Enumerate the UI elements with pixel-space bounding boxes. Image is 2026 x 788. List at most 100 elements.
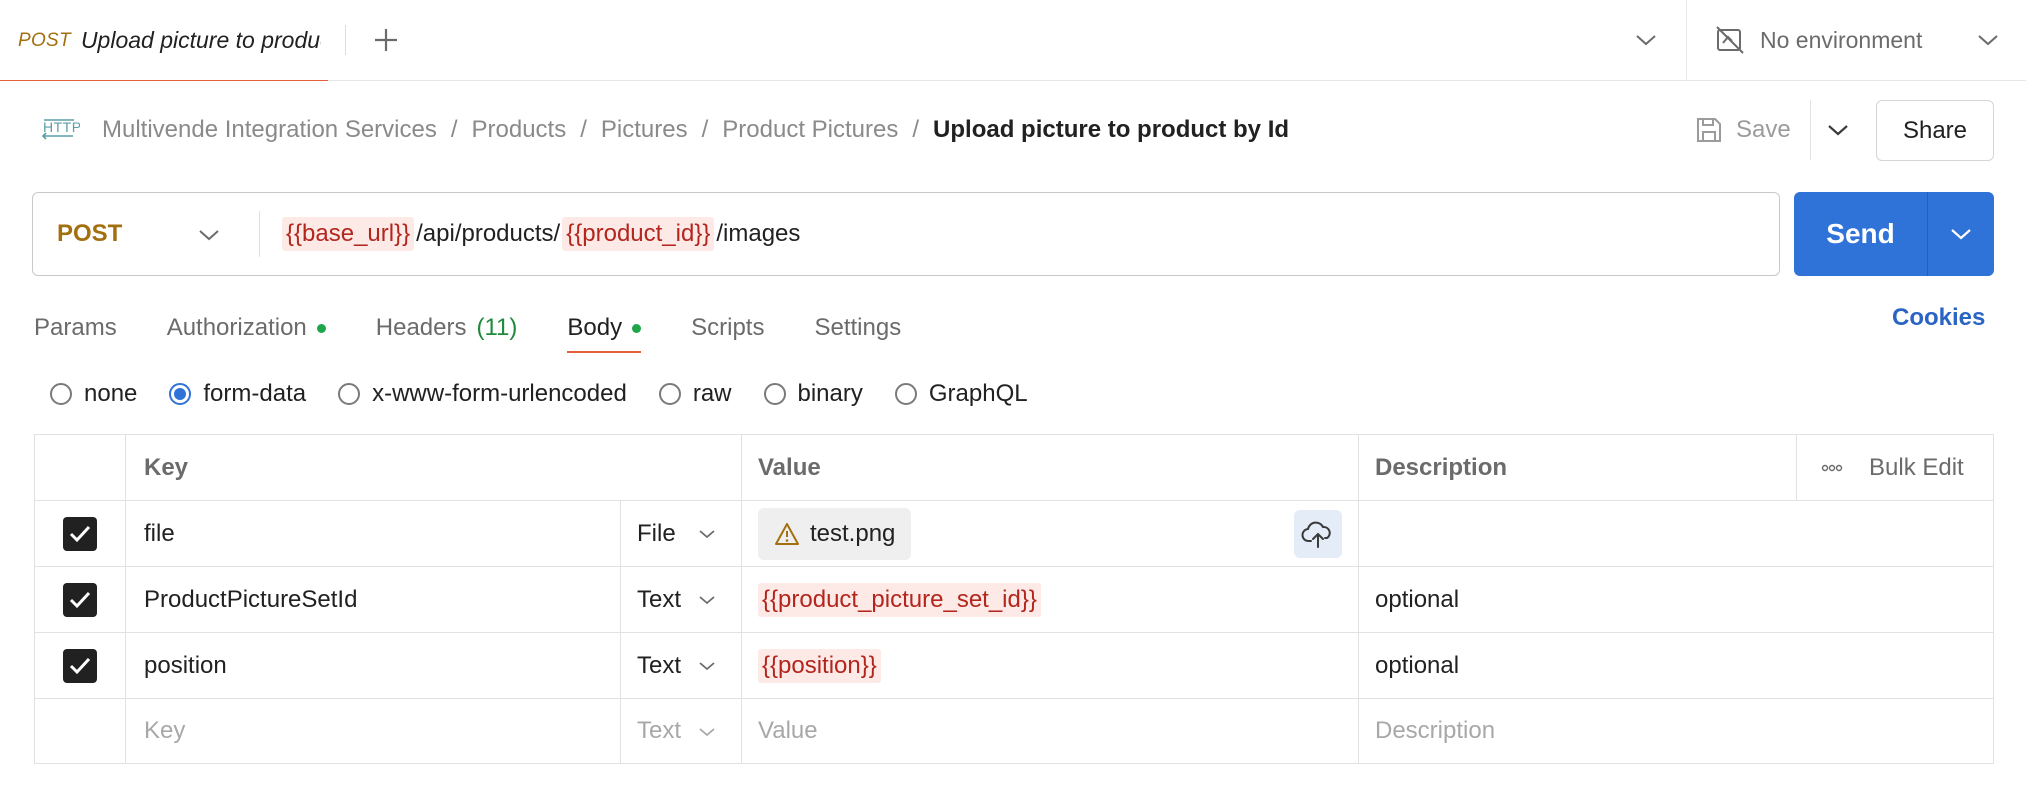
breadcrumb-separator: / xyxy=(580,116,587,143)
description-field[interactable]: optional xyxy=(1358,567,1995,632)
value-field[interactable]: {{position}} xyxy=(741,633,1358,698)
type-select[interactable]: Text xyxy=(620,633,741,698)
radio-circle xyxy=(338,383,361,405)
key-field[interactable]: ProductPictureSetId xyxy=(125,567,620,632)
radio-graphql-label: GraphQL xyxy=(928,380,1028,407)
chevron-down-icon xyxy=(1828,125,1848,136)
value-variable: {{product_picture_set_id}} xyxy=(758,582,1041,617)
environment-divider xyxy=(1686,0,1687,81)
radio-x-www-form-urlencoded[interactable]: x-www-form-urlencoded xyxy=(338,380,627,408)
tab-settings[interactable]: Settings xyxy=(814,300,901,356)
tab-params-label: Params xyxy=(34,314,117,341)
tab-authorization-label: Authorization xyxy=(166,314,307,341)
save-button[interactable]: Save xyxy=(1694,108,1791,152)
tab-headers[interactable]: Headers (11) xyxy=(376,300,518,356)
tab-scripts-label: Scripts xyxy=(691,314,765,341)
tab-authorization[interactable]: Authorization xyxy=(167,300,326,356)
file-chip[interactable]: test.png xyxy=(758,507,912,560)
send-button-group: Send xyxy=(1794,192,1994,276)
table-row: position Text {{position}} optional xyxy=(35,633,1993,699)
status-dot xyxy=(632,323,642,333)
tab-scripts[interactable]: Scripts xyxy=(691,300,764,356)
radio-circle xyxy=(894,383,917,405)
breadcrumb-folder-product-pictures[interactable]: Product Pictures xyxy=(722,116,898,144)
save-divider xyxy=(1810,100,1811,160)
no-environment-icon xyxy=(1716,26,1744,54)
chevron-down-icon xyxy=(191,217,227,253)
description-field[interactable] xyxy=(1358,501,1995,566)
key-field[interactable]: position xyxy=(125,633,620,698)
description-field[interactable]: optional xyxy=(1358,633,1995,698)
active-tab-indicator xyxy=(0,80,328,81)
tab-method-label: POST xyxy=(18,29,71,51)
active-tab-indicator xyxy=(567,351,642,353)
check-icon xyxy=(69,591,91,608)
send-options-button[interactable] xyxy=(1928,192,1994,276)
tab-params[interactable]: Params xyxy=(34,300,117,356)
send-button[interactable]: Send xyxy=(1794,192,1928,276)
body-type-options: none form-data x-www-form-urlencoded raw… xyxy=(50,374,1060,414)
breadcrumb-separator: / xyxy=(912,116,920,143)
request-name[interactable]: Upload picture to product by Id xyxy=(933,116,1289,144)
type-label: Text xyxy=(637,651,682,679)
check-icon xyxy=(69,657,91,674)
row-checkbox[interactable] xyxy=(63,516,97,551)
radio-urlencoded-label: x-www-form-urlencoded xyxy=(372,380,627,407)
cookies-link[interactable]: Cookies xyxy=(1892,304,1985,332)
save-label: Save xyxy=(1736,116,1791,143)
breadcrumb-separator: / xyxy=(450,116,458,143)
radio-circle xyxy=(50,383,72,405)
value-field[interactable]: {{product_picture_set_id}} xyxy=(741,567,1358,632)
upload-file-button[interactable] xyxy=(1294,510,1342,558)
type-select[interactable]: File xyxy=(620,501,741,566)
tab-headers-label: Headers xyxy=(375,314,467,341)
value-field[interactable]: test.png xyxy=(741,501,1358,566)
radio-binary[interactable]: binary xyxy=(763,380,863,408)
radio-none-label: none xyxy=(84,380,138,407)
url-divider xyxy=(259,211,260,257)
method-select[interactable]: POST xyxy=(33,193,259,275)
new-value-field[interactable]: Value xyxy=(741,699,1358,763)
radio-raw[interactable]: raw xyxy=(658,380,732,408)
key-field[interactable]: file xyxy=(125,501,620,566)
value-variable: {{position}} xyxy=(758,648,881,683)
row-checkbox[interactable] xyxy=(63,582,97,617)
request-tab-upload-picture[interactable]: POST Upload picture to product by Id xyxy=(0,0,328,81)
radio-form-data-label: form-data xyxy=(203,380,307,407)
radio-none[interactable]: none xyxy=(50,380,137,408)
environment-selector[interactable]: No environment xyxy=(1714,20,2004,60)
more-options-icon[interactable] xyxy=(1821,464,1843,472)
column-header-description: Description xyxy=(1358,435,1796,500)
breadcrumb-collection[interactable]: Multivende Integration Services xyxy=(102,116,437,144)
chevron-down-icon xyxy=(1636,35,1656,46)
column-header-key: Key xyxy=(125,435,741,500)
table-header-row: Key Value Description Bulk Edit xyxy=(35,435,1993,501)
row-checkbox-cell xyxy=(35,567,125,632)
radio-form-data[interactable]: form-data xyxy=(169,380,306,408)
new-description-field[interactable]: Description xyxy=(1358,699,1995,763)
tab-body[interactable]: Body xyxy=(567,300,642,356)
type-label: Text xyxy=(637,585,682,613)
type-select[interactable]: Text xyxy=(620,567,741,632)
tabs-dropdown-button[interactable] xyxy=(1628,22,1664,58)
radio-circle xyxy=(763,383,786,405)
save-icon xyxy=(1697,118,1721,142)
share-button[interactable]: Share xyxy=(1876,100,1994,161)
save-options-button[interactable] xyxy=(1820,112,1856,148)
breadcrumb-folder-products[interactable]: Products xyxy=(472,116,567,144)
table-row: ProductPictureSetId Text {{product_pictu… xyxy=(35,567,1993,633)
new-key-field[interactable]: Key xyxy=(125,699,620,763)
row-checkbox[interactable] xyxy=(63,648,97,683)
breadcrumb-folder-pictures[interactable]: Pictures xyxy=(601,116,688,144)
radio-graphql[interactable]: GraphQL xyxy=(894,380,1028,408)
check-icon xyxy=(69,525,91,542)
url-path-segment: /api/products/ xyxy=(416,220,561,247)
row-checkbox-cell xyxy=(35,633,125,698)
type-select[interactable]: Text xyxy=(620,699,741,763)
http-icon: HTTP xyxy=(41,119,80,140)
bulk-edit-button[interactable]: Bulk Edit xyxy=(1796,435,1995,500)
url-variable-base-url: {{base_url}} xyxy=(282,217,415,251)
url-bar: POST {{base_url}} /api/products/ {{produ… xyxy=(32,192,1780,276)
new-tab-button[interactable] xyxy=(370,22,402,58)
url-input[interactable]: {{base_url}} /api/products/ {{product_id… xyxy=(282,217,802,251)
